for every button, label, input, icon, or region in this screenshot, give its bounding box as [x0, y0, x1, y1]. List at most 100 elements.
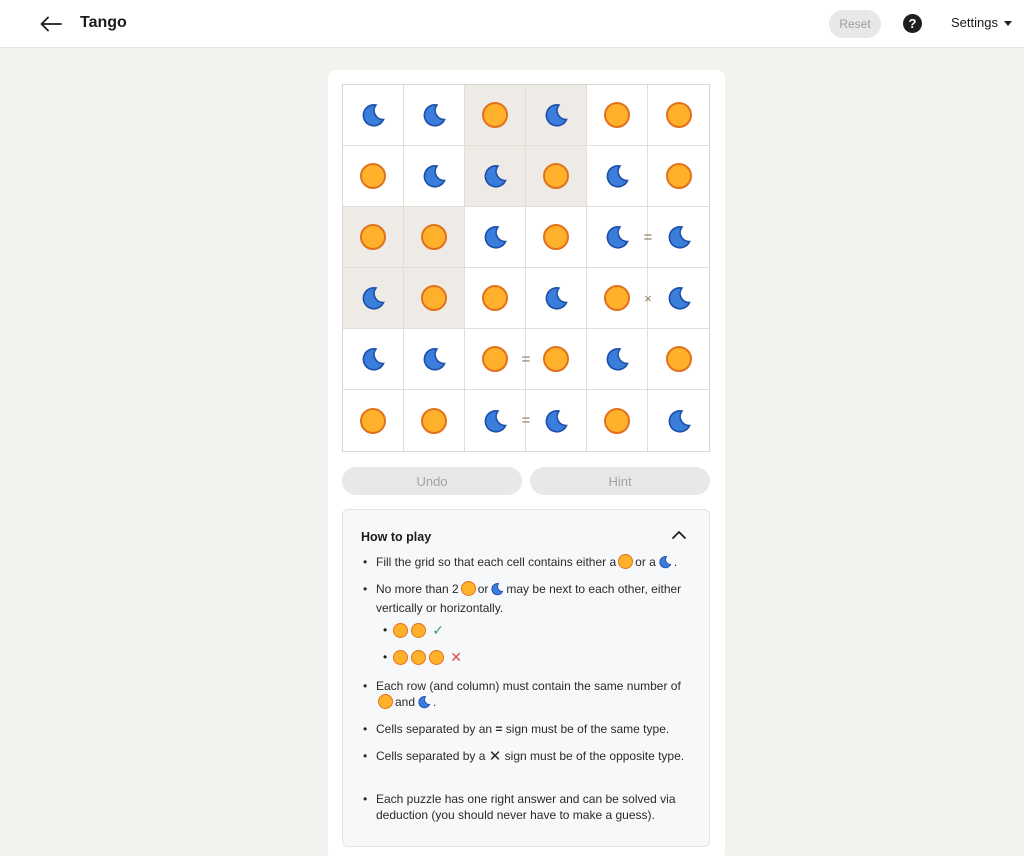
sun-icon [618, 554, 634, 569]
sun-icon [604, 407, 630, 434]
grid-cell[interactable] [526, 390, 587, 451]
cross-sign-icon: ✕ [488, 748, 502, 765]
grid-cell[interactable] [526, 146, 587, 207]
sun-icon [393, 649, 409, 665]
moon-icon [543, 102, 569, 128]
grid-cell[interactable] [526, 329, 587, 390]
grid-cell[interactable] [648, 390, 709, 451]
check-icon: ✓ [432, 621, 444, 638]
sun-icon [460, 581, 476, 596]
grid-cell[interactable] [465, 390, 526, 451]
grid-cell[interactable] [648, 85, 709, 146]
grid-cell[interactable] [343, 85, 404, 146]
back-arrow-icon[interactable] [38, 11, 64, 37]
page-title: Tango [80, 14, 127, 31]
sun-icon [543, 163, 569, 189]
grid-cell[interactable] [465, 146, 526, 207]
equal-constraint-icon: = [521, 351, 531, 368]
moon-icon [666, 285, 692, 311]
moon-icon [482, 163, 508, 189]
grid-cell[interactable] [526, 85, 587, 146]
grid-cell[interactable] [587, 390, 648, 451]
moon-icon [543, 408, 569, 434]
sun-icon [360, 407, 386, 434]
rule-equal-count: Each row (and column) must contain the s… [363, 678, 693, 713]
moon-icon [658, 555, 672, 573]
grid-cell[interactable] [526, 268, 587, 329]
moon-icon [360, 346, 386, 372]
grid-cell[interactable] [587, 146, 648, 207]
help-icon[interactable]: ? [903, 14, 922, 33]
cross-icon: ✕ [450, 648, 462, 665]
sun-icon [360, 163, 386, 189]
moon-icon [482, 408, 508, 434]
grid-cell[interactable] [343, 268, 404, 329]
grid-cell[interactable] [587, 329, 648, 390]
grid-cell[interactable] [465, 329, 526, 390]
grid-cell[interactable] [343, 146, 404, 207]
sun-icon [393, 622, 409, 638]
moon-icon [421, 102, 447, 128]
moon-icon [421, 163, 447, 189]
moon-icon [482, 224, 508, 250]
sun-icon [411, 649, 427, 665]
sun-icon [421, 285, 447, 311]
grid-cell[interactable] [648, 329, 709, 390]
grid-cell[interactable] [404, 146, 465, 207]
grid-cell[interactable] [404, 329, 465, 390]
grid-cell[interactable] [404, 85, 465, 146]
grid-cell[interactable] [465, 268, 526, 329]
hint-button[interactable]: Hint [530, 467, 710, 495]
sun-icon [421, 407, 447, 434]
moon-icon [604, 163, 630, 189]
rule-equal-sign: Cells separated by an = sign must be of … [363, 721, 693, 737]
rule-one-answer: Each puzzle has one right answer and can… [363, 791, 693, 823]
grid-cell[interactable] [648, 146, 709, 207]
rule-max-two: No more than 2ormay be next to each othe… [363, 581, 693, 616]
sun-icon [543, 346, 569, 372]
sun-icon [421, 224, 447, 250]
sun-icon [482, 102, 508, 128]
grid-cell[interactable] [587, 85, 648, 146]
grid-cell[interactable] [587, 268, 648, 329]
game-panel: Undo Hint How to play Fill the grid so t… [328, 70, 725, 856]
undo-button[interactable]: Undo [342, 467, 522, 495]
moon-icon [421, 346, 447, 372]
grid-cell[interactable] [465, 207, 526, 268]
top-bar: Tango Reset ? Settings [0, 0, 1024, 48]
sun-icon [543, 224, 569, 250]
chevron-up-icon[interactable] [671, 529, 687, 541]
grid-cell[interactable] [343, 390, 404, 451]
grid-cell[interactable] [648, 268, 709, 329]
grid-cell[interactable] [343, 207, 404, 268]
moon-icon [360, 285, 386, 311]
rule-fill-grid: Fill the grid so that each cell contains… [363, 554, 693, 573]
sun-icon [604, 285, 630, 311]
grid-cell[interactable] [404, 268, 465, 329]
rule-cross-sign: Cells separated by a ✕ sign must be of t… [363, 748, 693, 765]
moon-icon [360, 102, 386, 128]
sun-icon [665, 102, 692, 128]
grid-cell[interactable] [343, 329, 404, 390]
grid-cell[interactable] [587, 207, 648, 268]
how-to-play-section: How to play Fill the grid so that each c… [342, 509, 710, 847]
sun-icon [665, 346, 692, 372]
settings-dropdown[interactable]: Settings [951, 15, 1012, 30]
sun-icon [360, 224, 386, 250]
reset-button[interactable]: Reset [829, 10, 881, 38]
moon-icon [666, 408, 692, 434]
sun-icon [604, 102, 630, 128]
moon-icon [666, 224, 692, 250]
grid-cell[interactable] [404, 207, 465, 268]
grid-cell[interactable] [648, 207, 709, 268]
equal-constraint-icon: = [521, 412, 531, 429]
sun-icon [378, 694, 393, 709]
example-three-suns-bad: • ✕ [383, 648, 462, 665]
grid-cell[interactable] [526, 207, 587, 268]
sun-icon [429, 649, 445, 665]
settings-label: Settings [951, 15, 998, 30]
equal-sign-icon: = [495, 722, 503, 736]
grid-cell[interactable] [465, 85, 526, 146]
grid-cell[interactable] [404, 390, 465, 451]
moon-icon [604, 346, 630, 372]
